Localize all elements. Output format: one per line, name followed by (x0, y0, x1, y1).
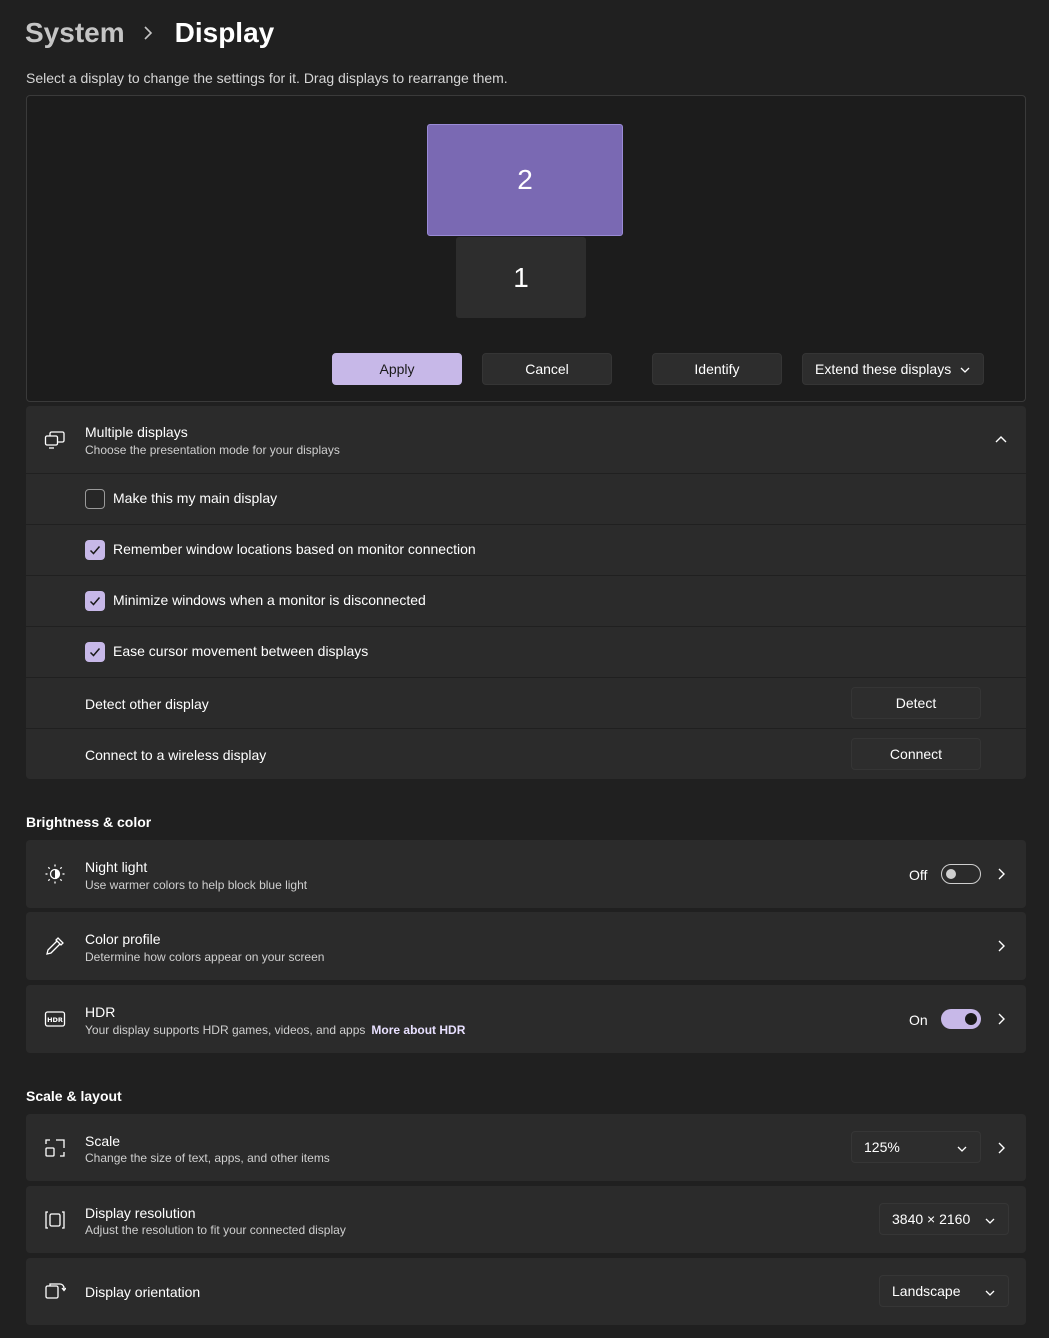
orientation-dropdown[interactable]: Landscape (879, 1275, 1009, 1307)
more-about-hdr-link[interactable]: More about HDR (371, 1023, 465, 1037)
hdr-row[interactable]: HDR HDR Your display supports HDR games,… (26, 985, 1026, 1053)
multiple-displays-icon (44, 429, 66, 451)
chevron-down-icon (984, 1286, 996, 1302)
monitor-1[interactable]: 1 (456, 237, 586, 318)
chevron-down-icon (984, 1214, 996, 1230)
display-orientation-row: Display orientation Landscape (26, 1258, 1026, 1325)
chevron-right-icon (143, 26, 153, 40)
main-display-row[interactable]: Make this my main display (26, 474, 1026, 524)
checkmark-icon (89, 546, 101, 555)
breadcrumb: System Display (25, 14, 274, 52)
orientation-value: Landscape (892, 1283, 961, 1299)
detect-button[interactable]: Detect (851, 687, 981, 719)
chevron-right-icon[interactable] (994, 939, 1008, 953)
detect-display-label: Detect other display (85, 696, 209, 712)
remember-window-locations-label: Remember window locations based on monit… (113, 541, 476, 557)
checkmark-icon (89, 648, 101, 657)
toggle-knob (946, 869, 956, 879)
chevron-down-icon (956, 1142, 968, 1158)
night-light-description: Use warmer colors to help block blue lig… (85, 878, 308, 892)
orientation-icon (44, 1281, 66, 1303)
page-title: Display (174, 17, 275, 48)
scale-value: 125% (864, 1139, 900, 1155)
arrangement-instruction: Select a display to change the settings … (26, 70, 508, 86)
resolution-dropdown[interactable]: 3840 × 2160 (879, 1203, 1009, 1235)
multiple-displays-title: Multiple displays (85, 424, 188, 440)
scale-layout-heading: Scale & layout (26, 1088, 122, 1104)
hdr-state: On (909, 1012, 928, 1028)
wireless-display-row: Connect to a wireless display Connect (26, 729, 1026, 779)
display-mode-value: Extend these displays (815, 361, 952, 377)
night-light-row[interactable]: Night light Use warmer colors to help bl… (26, 840, 1026, 908)
hdr-description-line: Your display supports HDR games, videos,… (85, 1023, 465, 1037)
color-profile-row[interactable]: Color profile Determine how colors appea… (26, 912, 1026, 980)
connect-button[interactable]: Connect (851, 738, 981, 770)
eyedropper-icon (44, 935, 66, 957)
display-resolution-row: Display resolution Adjust the resolution… (26, 1186, 1026, 1253)
display-arrangement-panel: 2 1 Apply Cancel Identify Extend these d… (26, 95, 1026, 402)
night-light-icon (44, 863, 66, 885)
ease-cursor-row[interactable]: Ease cursor movement between displays (26, 627, 1026, 677)
monitor-1-label: 1 (513, 261, 529, 293)
chevron-right-icon[interactable] (994, 1141, 1008, 1155)
svg-text:HDR: HDR (47, 1016, 63, 1024)
hdr-title: HDR (85, 1004, 116, 1020)
minimize-windows-label: Minimize windows when a monitor is disco… (113, 592, 426, 608)
scale-icon (44, 1137, 66, 1159)
chevron-right-icon[interactable] (994, 867, 1008, 881)
chevron-right-icon[interactable] (994, 1012, 1008, 1026)
night-light-toggle[interactable] (941, 864, 981, 884)
scale-dropdown[interactable]: 125% (851, 1131, 981, 1163)
chevron-down-icon (959, 363, 971, 379)
remember-window-locations-checkbox[interactable] (85, 540, 105, 560)
resolution-value: 3840 × 2160 (892, 1211, 971, 1227)
checkmark-icon (89, 597, 101, 606)
display-orientation-title: Display orientation (85, 1284, 201, 1300)
hdr-icon: HDR (44, 1008, 66, 1030)
main-display-checkbox[interactable] (85, 489, 105, 509)
display-mode-dropdown[interactable]: Extend these displays (802, 353, 984, 385)
apply-button[interactable]: Apply (332, 353, 462, 385)
chevron-up-icon[interactable] (994, 433, 1008, 447)
resolution-icon (44, 1209, 66, 1231)
breadcrumb-system-link[interactable]: System (25, 17, 125, 49)
detect-display-row: Detect other display Detect (26, 678, 1026, 728)
identify-button[interactable]: Identify (652, 353, 782, 385)
display-resolution-description: Adjust the resolution to fit your connec… (85, 1223, 346, 1237)
toggle-knob (965, 1013, 977, 1025)
ease-cursor-label: Ease cursor movement between displays (113, 643, 369, 659)
brightness-color-heading: Brightness & color (26, 814, 152, 830)
main-display-label: Make this my main display (113, 490, 278, 506)
color-profile-title: Color profile (85, 931, 161, 947)
night-light-title: Night light (85, 859, 148, 875)
multiple-displays-description: Choose the presentation mode for your di… (85, 443, 340, 457)
display-resolution-title: Display resolution (85, 1205, 196, 1221)
hdr-toggle[interactable] (941, 1009, 981, 1029)
monitor-2-label: 2 (517, 164, 533, 195)
scale-row[interactable]: Scale Change the size of text, apps, and… (26, 1114, 1026, 1181)
remember-window-locations-row[interactable]: Remember window locations based on monit… (26, 525, 1026, 575)
wireless-display-label: Connect to a wireless display (85, 747, 267, 763)
multiple-displays-header[interactable]: Multiple displays Choose the presentatio… (26, 406, 1026, 473)
hdr-description: Your display supports HDR games, videos,… (85, 1023, 366, 1037)
scale-title: Scale (85, 1133, 121, 1149)
monitor-2[interactable]: 2 (427, 124, 623, 236)
minimize-windows-checkbox[interactable] (85, 591, 105, 611)
ease-cursor-checkbox[interactable] (85, 642, 105, 662)
night-light-state: Off (909, 867, 928, 883)
color-profile-description: Determine how colors appear on your scre… (85, 950, 325, 964)
minimize-windows-row[interactable]: Minimize windows when a monitor is disco… (26, 576, 1026, 626)
scale-description: Change the size of text, apps, and other… (85, 1151, 330, 1165)
cancel-button[interactable]: Cancel (482, 353, 612, 385)
